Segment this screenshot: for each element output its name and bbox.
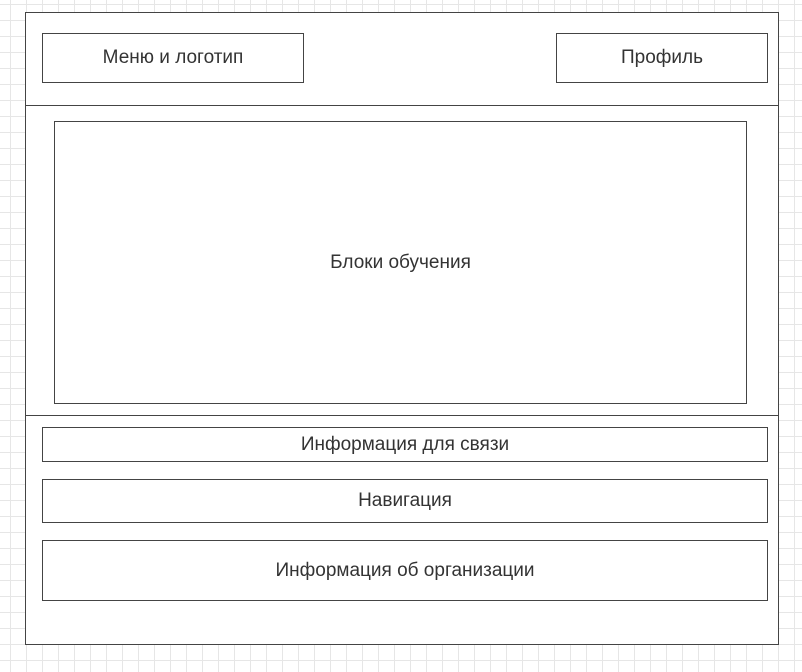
navigation-label: Навигация	[358, 490, 452, 511]
organization-info-block: Информация об организации	[42, 540, 768, 601]
footer-divider	[25, 415, 779, 416]
menu-logo-label: Меню и логотип	[102, 47, 244, 68]
navigation-block: Навигация	[42, 479, 768, 523]
learning-blocks-label: Блоки обучения	[330, 251, 471, 273]
profile-label: Профиль	[620, 47, 704, 68]
profile-block: Профиль	[556, 33, 768, 83]
contact-info-block: Информация для связи	[42, 427, 768, 462]
header-divider	[25, 105, 779, 106]
contact-info-label: Информация для связи	[300, 433, 510, 455]
organization-info-label: Информация об организации	[275, 559, 535, 581]
learning-blocks-area: Блоки обучения	[54, 121, 747, 404]
menu-logo-block: Меню и логотип	[42, 33, 304, 83]
